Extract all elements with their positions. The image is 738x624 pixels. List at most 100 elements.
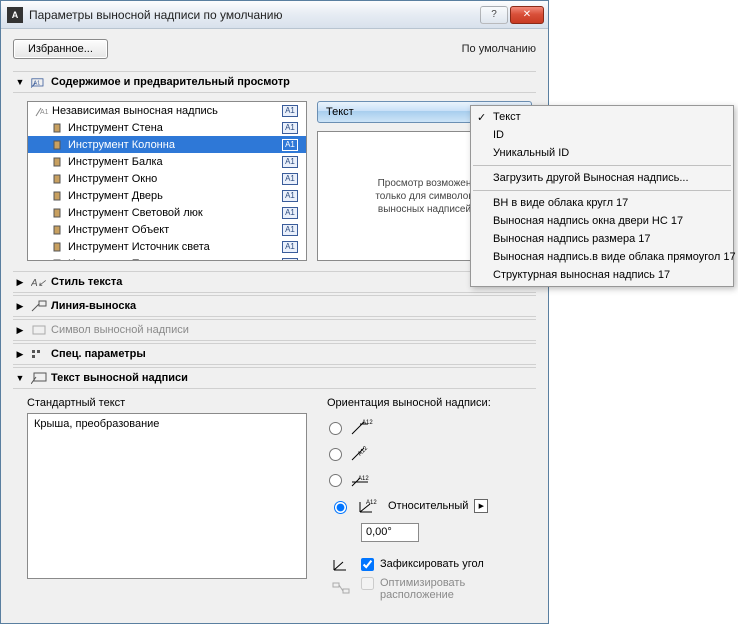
tree-item-label: Инструмент Объект <box>66 224 282 236</box>
default-label: По умолчанию <box>462 43 536 55</box>
tool-icon <box>50 138 66 152</box>
chevron-right-icon <box>13 301 27 312</box>
orient-icon: A12 <box>348 443 374 465</box>
relative-menu-button[interactable]: ▶ <box>474 499 488 513</box>
optimize-label: Оптимизироватьрасположение <box>380 577 465 601</box>
tree-item[interactable]: Инструмент Световой люкA1 <box>28 204 306 221</box>
a1-badge-icon: A1 <box>282 105 298 117</box>
tree-item[interactable]: Инструмент БалкаA1 <box>28 153 306 170</box>
tool-icon <box>50 223 66 237</box>
a1-badge-icon: A1 <box>282 241 298 253</box>
section-title: Спец. параметры <box>51 348 146 360</box>
svg-text:A12: A12 <box>358 476 369 482</box>
section-leader-line[interactable]: Линия-выноска <box>13 295 536 317</box>
a1-badge-icon: A1 <box>282 173 298 185</box>
tree-item[interactable]: Инструмент ПерекрытиеA1 <box>28 255 306 261</box>
a1-badge-icon: A1 <box>282 207 298 219</box>
tree-item[interactable]: Инструмент Источник светаA1 <box>28 238 306 255</box>
tool-icon <box>50 189 66 203</box>
svg-text:A12: A12 <box>366 500 377 506</box>
menu-item[interactable]: ID <box>471 126 733 144</box>
orient-radio[interactable] <box>334 501 347 514</box>
tree-item-label: Независимая выносная надпись <box>50 105 282 117</box>
chevron-right-icon <box>13 349 27 360</box>
app-icon: A <box>7 7 23 23</box>
svg-text:A1: A1 <box>33 80 40 86</box>
tool-icon <box>50 155 66 169</box>
a1-badge-icon: A1 <box>282 122 298 134</box>
optimize-row: Оптимизироватьрасположение <box>327 577 532 611</box>
fix-angle-label: Зафиксировать угол <box>380 558 484 570</box>
tree-item-label: Инструмент Балка <box>66 156 282 168</box>
tool-icon <box>50 121 66 135</box>
preview-line: только для символов <box>375 191 473 202</box>
tree-item[interactable]: Инструмент ДверьA1 <box>28 187 306 204</box>
leader-icon <box>27 300 51 312</box>
tree-item-label: Инструмент Окно <box>66 173 282 185</box>
section-label-symbol: Символ выносной надписи <box>13 319 536 341</box>
orient-option-relative[interactable]: A12 Относительный ▶ <box>327 493 532 519</box>
angle-input[interactable]: 0,00° <box>361 523 419 542</box>
optimize-checkbox <box>361 577 374 590</box>
svg-text:A↙: A↙ <box>31 278 47 288</box>
orient-radio[interactable] <box>329 422 342 435</box>
orient-option-2[interactable]: A12 <box>327 441 532 467</box>
tree-item[interactable]: Инструмент СтенаA1 <box>28 119 306 136</box>
chevron-right-icon <box>13 277 27 288</box>
tree-item[interactable]: Инструмент ОбъектA1 <box>28 221 306 238</box>
menu-item[interactable]: Выносная надпись размера 17 <box>471 230 733 248</box>
menu-item[interactable]: Структурная выносная надпись 17 <box>471 266 733 284</box>
tool-tree[interactable]: A1Независимая выносная надписьA1Инструме… <box>27 101 307 261</box>
tree-item-label: Инструмент Дверь <box>66 190 282 202</box>
dialog-window: A Параметры выносной надписи по умолчани… <box>0 0 549 624</box>
text-dropdown-menu[interactable]: ТекстIDУникальный ID Загрузить другой Вын… <box>470 105 734 287</box>
standard-text-value: Крыша, преобразование <box>34 418 159 430</box>
orient-option-1[interactable]: A12 <box>327 415 532 441</box>
section-title: Линия-выноска <box>51 300 136 312</box>
fix-angle-row[interactable]: Зафиксировать угол <box>327 551 532 577</box>
menu-item[interactable]: Уникальный ID <box>471 144 733 162</box>
tool-icon <box>50 240 66 254</box>
orient-radio[interactable] <box>329 474 342 487</box>
menu-item[interactable]: ВН в виде облака кругл 17 <box>471 194 733 212</box>
relative-label: Относительный <box>388 500 468 512</box>
standard-text-box[interactable]: Крыша, преобразование <box>27 413 307 579</box>
tree-item-label: Инструмент Перекрытие <box>66 258 282 262</box>
standard-text-label: Стандартный текст <box>27 397 307 409</box>
orientation-label: Ориентация выносной надписи: <box>327 397 532 409</box>
dialog-content: Избранное... По умолчанию A1 Содержимое … <box>1 29 548 623</box>
menu-item[interactable]: Выносная надпись.в виде облака прямоугол… <box>471 248 733 266</box>
tree-item[interactable]: A1Независимая выносная надписьA1 <box>28 102 306 119</box>
a1-badge-icon: A1 <box>282 139 298 151</box>
section-title: Содержимое и предварительный просмотр <box>51 76 290 88</box>
chevron-down-icon <box>13 77 27 87</box>
help-button[interactable]: ? <box>480 6 508 24</box>
a1-badge-icon: A1 <box>282 224 298 236</box>
menu-item[interactable]: Текст <box>471 108 733 126</box>
orient-icon: A12 <box>348 469 374 491</box>
orient-option-3[interactable]: A12 <box>327 467 532 493</box>
tree-item[interactable]: Инструмент ОкноA1 <box>28 170 306 187</box>
tree-item[interactable]: Инструмент КолоннаA1 <box>28 136 306 153</box>
section-text-style[interactable]: A↙ Стиль текста <box>13 271 536 293</box>
svg-text:A12: A12 <box>357 445 369 457</box>
favorites-button[interactable]: Избранное... <box>13 39 108 59</box>
tool-icon <box>50 206 66 220</box>
orient-radio[interactable] <box>329 448 342 461</box>
section-custom[interactable]: Спец. параметры <box>13 343 536 365</box>
chevron-right-icon <box>13 325 27 336</box>
menu-item-load[interactable]: Загрузить другой Выносная надпись... <box>471 169 733 187</box>
a1-badge-icon: A1 <box>282 190 298 202</box>
fix-angle-checkbox[interactable] <box>361 558 374 571</box>
titlebar: A Параметры выносной надписи по умолчани… <box>1 1 548 29</box>
section-content-preview[interactable]: A1 Содержимое и предварительный просмотр <box>13 71 536 93</box>
section-title: Символ выносной надписи <box>51 324 189 336</box>
section-label-text[interactable]: Текст выносной надписи <box>13 367 536 389</box>
tool-icon: A1 <box>34 104 50 118</box>
angle-lock-icon <box>329 553 355 575</box>
preview-line: Просмотр возможен <box>378 178 472 189</box>
close-button[interactable]: ✕ <box>510 6 544 24</box>
preview-line: выносных надписей <box>378 204 471 215</box>
menu-item[interactable]: Выносная надпись окна двери НС 17 <box>471 212 733 230</box>
window-title: Параметры выносной надписи по умолчанию <box>29 8 480 22</box>
